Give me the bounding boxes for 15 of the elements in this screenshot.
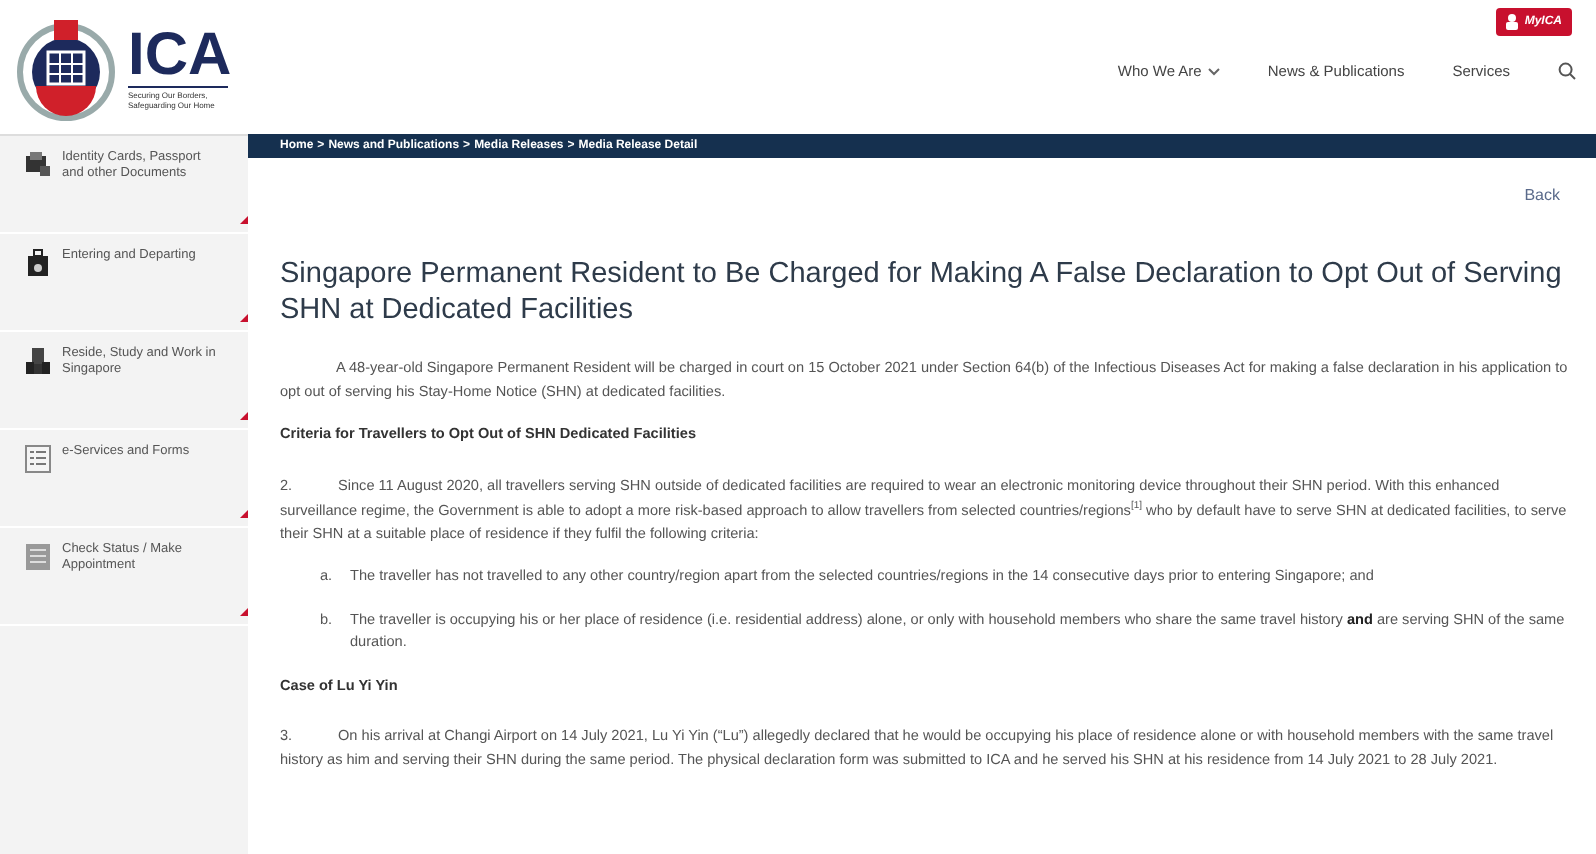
search-icon[interactable] — [1558, 62, 1576, 80]
back-link[interactable]: Back — [1524, 186, 1560, 204]
article-title: Singapore Permanent Resident to Be Charged for Making A False Declaration to Opt Out of Serving SHN at Dedicated Facilities — [280, 256, 1564, 328]
buildings-icon — [24, 346, 52, 376]
documents-icon — [24, 150, 52, 180]
corner-triangle-icon — [240, 314, 248, 322]
corner-triangle-icon — [240, 510, 248, 518]
person-icon — [1506, 14, 1519, 30]
form-icon — [24, 444, 52, 474]
list-icon — [24, 542, 52, 572]
logo-text: ICA — [128, 25, 232, 85]
bag-icon — [24, 248, 52, 278]
corner-triangle-icon — [240, 216, 248, 224]
corner-triangle-icon — [240, 608, 248, 616]
corner-triangle-icon — [240, 412, 248, 420]
